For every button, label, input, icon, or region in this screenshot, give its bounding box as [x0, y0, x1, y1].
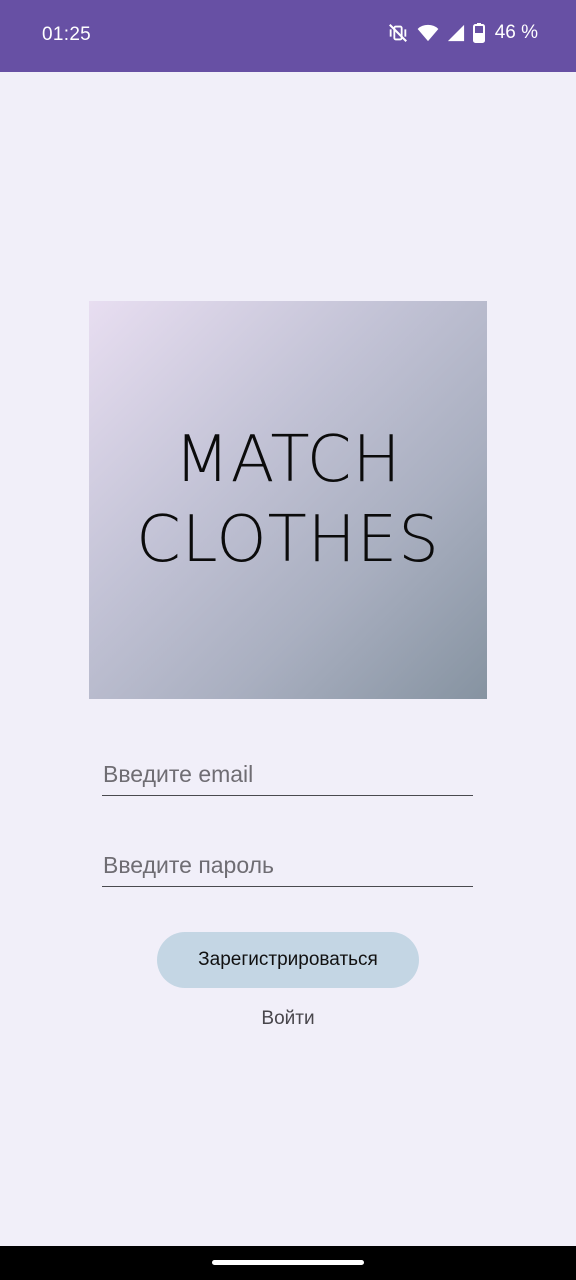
- wifi-icon: [417, 24, 439, 42]
- battery-icon: [472, 23, 485, 43]
- battery-percent: 46 %: [494, 22, 538, 43]
- logo-line-2: CLOTHES: [136, 503, 440, 577]
- email-field-container: [102, 748, 473, 796]
- login-link[interactable]: Войти: [0, 1008, 576, 1030]
- password-field-container: [102, 839, 473, 887]
- status-bar: 01:25 46 %: [0, 0, 576, 72]
- status-time: 01:25: [42, 24, 92, 45]
- status-icons: 46 %: [387, 22, 538, 44]
- navigation-bar: [0, 1246, 576, 1280]
- logo-line-1: MATCH: [174, 423, 402, 497]
- vibrate-off-icon: [387, 22, 409, 44]
- register-screen: 01:25 46 % MATCH CLOTHES Введите email З…: [0, 0, 576, 1280]
- register-button[interactable]: Зарегистрироваться: [157, 932, 419, 988]
- app-logo: MATCH CLOTHES: [89, 301, 487, 699]
- password-input[interactable]: [102, 839, 473, 886]
- email-input[interactable]: [102, 748, 473, 795]
- signal-icon: [447, 24, 465, 42]
- home-indicator[interactable]: [212, 1260, 364, 1265]
